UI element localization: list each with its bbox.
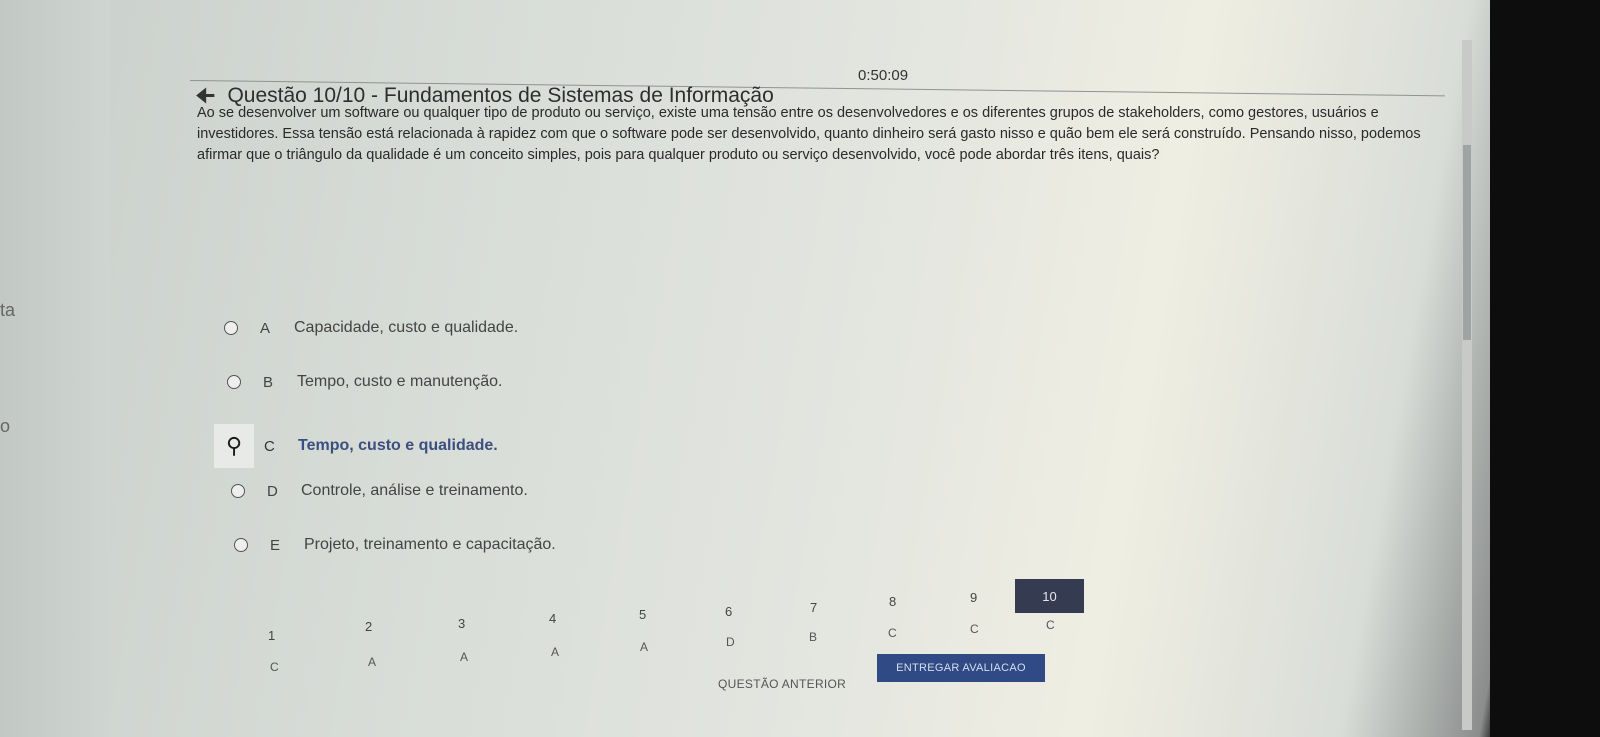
nav-answer-6: D bbox=[726, 635, 735, 649]
selected-cursor-icon[interactable]: ⚲ bbox=[214, 424, 254, 468]
nav-question-9[interactable]: 9 bbox=[970, 590, 977, 605]
nav-answer-9: C bbox=[970, 622, 979, 636]
option-text: Tempo, custo e manutenção. bbox=[297, 373, 503, 390]
nav-answer-2: A bbox=[368, 655, 377, 669]
nav-question-6[interactable]: 6 bbox=[725, 604, 732, 619]
option-letter: A bbox=[260, 319, 271, 337]
scrollbar-track[interactable] bbox=[1462, 40, 1472, 730]
option-letter: C bbox=[264, 437, 275, 455]
nav-question-2[interactable]: 2 bbox=[365, 619, 372, 634]
radio-icon[interactable] bbox=[224, 321, 238, 335]
exam-timer: 0:50:09 bbox=[858, 67, 909, 84]
nav-answer-5: A bbox=[640, 640, 649, 654]
option-text: Tempo, custo e qualidade. bbox=[298, 437, 498, 454]
nav-question-3[interactable]: 3 bbox=[458, 616, 465, 631]
option-b[interactable]: B Tempo, custo e manutenção. bbox=[227, 373, 502, 391]
nav-question-5[interactable]: 5 bbox=[639, 607, 646, 622]
option-text: Capacidade, custo e qualidade. bbox=[294, 319, 519, 336]
nav-question-10-current[interactable]: 10 bbox=[1015, 579, 1084, 613]
nav-question-1[interactable]: 1 bbox=[268, 628, 275, 643]
nav-question-7[interactable]: 7 bbox=[810, 600, 817, 615]
question-text: Ao se desenvolver um software ou qualque… bbox=[197, 105, 1421, 163]
option-d[interactable]: D Controle, análise e treinamento. bbox=[231, 482, 528, 500]
scrollbar-thumb[interactable] bbox=[1463, 145, 1471, 340]
option-letter: B bbox=[263, 373, 274, 391]
left-background-panel bbox=[0, 0, 110, 737]
option-letter: E bbox=[270, 536, 281, 554]
option-letter: D bbox=[267, 482, 278, 500]
option-text: Projeto, treinamento e capacitação. bbox=[304, 536, 556, 553]
option-text: Controle, análise e treinamento. bbox=[301, 482, 528, 499]
nav-answer-8: C bbox=[888, 626, 897, 640]
nav-answer-3: A bbox=[460, 650, 469, 664]
nav-answer-7: B bbox=[809, 630, 818, 644]
previous-question-button[interactable]: QUESTÃO ANTERIOR bbox=[718, 677, 846, 691]
monitor-bezel bbox=[1490, 0, 1600, 737]
radio-icon[interactable] bbox=[231, 484, 245, 498]
nav-question-8[interactable]: 8 bbox=[889, 594, 896, 609]
left-text-fragment: o bbox=[0, 416, 11, 436]
option-c[interactable]: ⚲ C Tempo, custo e qualidade. bbox=[214, 424, 498, 468]
radio-icon[interactable] bbox=[234, 538, 248, 552]
nav-answer-1: C bbox=[270, 660, 279, 674]
radio-icon[interactable] bbox=[227, 375, 241, 389]
nav-answer-4: A bbox=[551, 645, 560, 659]
submit-exam-button[interactable]: ENTREGAR AVALIACAO bbox=[877, 654, 1045, 682]
nav-answer-10: C bbox=[1046, 618, 1055, 632]
option-a[interactable]: A Capacidade, custo e qualidade. bbox=[224, 319, 518, 337]
left-text-fragment: ta bbox=[0, 300, 16, 320]
nav-question-4[interactable]: 4 bbox=[549, 611, 556, 626]
option-e[interactable]: E Projeto, treinamento e capacitação. bbox=[234, 536, 556, 554]
